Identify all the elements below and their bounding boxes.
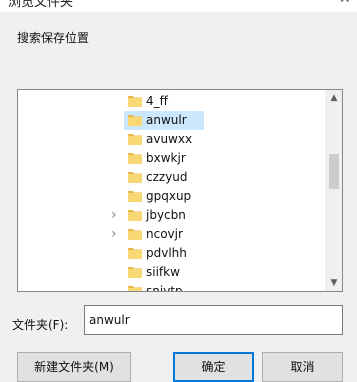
new-folder-button[interactable]: 新建文件夹(M) — [17, 352, 131, 382]
instruction-text: 搜索保存位置 — [17, 31, 90, 45]
tree-item[interactable]: gpqxup — [18, 187, 327, 206]
tree-item-label: gpqxup — [146, 189, 192, 203]
folder-icon — [128, 286, 142, 291]
folder-icon — [128, 267, 142, 278]
folder-icon — [128, 96, 142, 107]
tree-item-label: ncovjr — [146, 227, 183, 241]
folder-icon — [128, 134, 142, 145]
folder-icon — [128, 153, 142, 164]
cancel-button[interactable]: 取消 — [262, 352, 343, 382]
chevron-right-icon[interactable]: › — [111, 227, 121, 241]
folder-icon — [128, 248, 142, 259]
tree-item[interactable]: snjvtp — [18, 282, 327, 292]
folder-icon — [128, 172, 142, 183]
tree-item-label: 4_ff — [146, 94, 168, 108]
tree-item[interactable]: 4_ff — [18, 92, 327, 111]
ok-button[interactable]: 确定 — [173, 352, 254, 382]
tree-item-label: jbycbn — [146, 208, 186, 222]
tree-item[interactable]: anwulr — [18, 111, 327, 130]
folder-name-input[interactable] — [84, 305, 343, 335]
tree-item[interactable]: › jbycbn — [18, 206, 327, 225]
folder-icon — [128, 229, 142, 240]
tree-item[interactable]: › ncovjr — [18, 225, 327, 244]
folder-icon — [128, 191, 142, 202]
scrollbar-thumb[interactable] — [329, 154, 339, 189]
tree-item-label: anwulr — [146, 113, 187, 127]
folder-icon — [128, 115, 142, 126]
tree-item-label: avuwxx — [146, 132, 193, 146]
tree-item-label: bxwkjr — [146, 151, 186, 165]
folder-icon — [128, 210, 142, 221]
scroll-down-icon[interactable]: ▼ — [326, 275, 342, 291]
tree-item[interactable]: czzyud — [18, 168, 327, 187]
scroll-up-icon[interactable]: ▲ — [326, 90, 342, 106]
tree-item[interactable]: siifkw — [18, 263, 327, 282]
tree-item[interactable]: pdvlhh — [18, 244, 327, 263]
chevron-right-icon[interactable]: › — [111, 208, 121, 222]
folder-tree[interactable]: 4_ffanwulr avuwxx bxwkjr czzyud gpqxup › jbycb… — [17, 89, 343, 292]
tree-item[interactable]: avuwxx — [18, 130, 327, 149]
tree-item-label: czzyud — [146, 170, 188, 184]
close-icon[interactable]: ✕ — [339, 0, 351, 7]
tree-item-label: snjvtp — [146, 284, 183, 292]
folder-field-label: 文件夹(F): — [12, 318, 69, 332]
tree-item[interactable]: bxwkjr — [18, 149, 327, 168]
window-title: 浏览文件夹 — [8, 0, 74, 10]
title-bar: 浏览文件夹 ✕ — [0, 0, 357, 12]
tree-item-label: siifkw — [146, 265, 180, 279]
vertical-scrollbar[interactable]: ▲ ▼ — [325, 90, 342, 291]
tree-item-label: pdvlhh — [146, 246, 187, 260]
